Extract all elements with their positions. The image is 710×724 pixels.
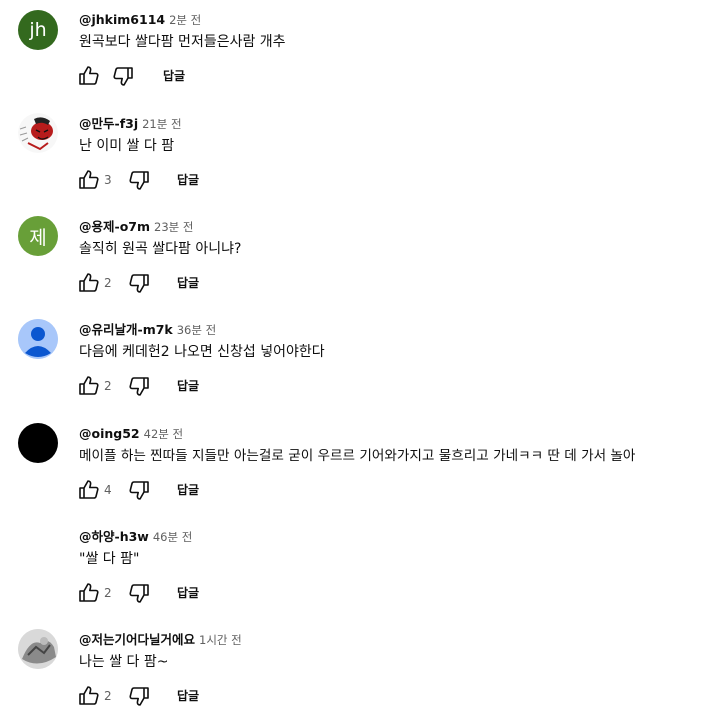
thumb-up-icon[interactable] [77, 478, 101, 502]
comment-time[interactable]: 42분 전 [144, 427, 183, 441]
comment-header: @하양-h3w 46분 전 [79, 526, 192, 546]
comment-header: @저는기어다닐거에요 1시간 전 [79, 629, 242, 649]
comment-text: 난 이미 쌀 다 팜 [79, 138, 175, 154]
comment-author[interactable]: @oing52 [79, 426, 140, 441]
avatar-letter: 제 [29, 226, 47, 249]
comment-time[interactable]: 1시간 전 [199, 633, 242, 647]
comment-time[interactable]: 2분 전 [169, 13, 201, 27]
avatar[interactable] [18, 319, 58, 359]
red-character-icon [18, 113, 58, 153]
comment-actions: 2 답글 [77, 581, 277, 605]
comment-item: @저는기어다닐거에요 1시간 전 나는 쌀 다 팜~ 2 답글 [0, 629, 710, 709]
like-count: 2 [104, 689, 112, 703]
comment-item: @oing52 42분 전 메이플 하는 찐따들 지들만 아는걸로 굳이 우르르 … [0, 423, 710, 503]
comment-header: @용제-o7m 23분 전 [79, 216, 193, 236]
comment-header: @oing52 42분 전 [79, 423, 183, 443]
comment-author[interactable]: @저는기어다닐거에요 [79, 632, 195, 647]
thumb-up-icon[interactable] [77, 271, 101, 295]
comment-author[interactable]: @만두-f3j [79, 116, 138, 131]
comment-author[interactable]: @jhkim6114 [79, 12, 165, 27]
like-count: 2 [104, 586, 112, 600]
avatar[interactable] [18, 629, 58, 669]
comment-header: @만두-f3j 21분 전 [79, 113, 182, 133]
avatar[interactable] [18, 423, 58, 463]
thumb-down-icon[interactable] [127, 374, 151, 398]
default-person-icon [18, 319, 58, 359]
thumb-up-icon[interactable] [77, 581, 101, 605]
gray-photo-icon [18, 629, 58, 669]
reply-button[interactable]: 답글 [163, 67, 185, 85]
reply-button[interactable]: 답글 [177, 481, 199, 499]
thumb-down-icon[interactable] [127, 168, 151, 192]
like-count: 2 [104, 276, 112, 290]
comment-time[interactable]: 36분 전 [177, 323, 216, 337]
like-count: 3 [104, 173, 112, 187]
comment-item: @유리날개-m7k 36분 전 다음에 케데헌2 나오면 신창섭 넣어야한다 2 … [0, 319, 710, 399]
comment-text: 나는 쌀 다 팜~ [79, 654, 169, 670]
comment-author[interactable]: @용제-o7m [79, 219, 150, 234]
comment-actions: 3 답글 [77, 168, 277, 192]
comment-actions: 2 답글 [77, 684, 277, 708]
comment-author[interactable]: @유리날개-m7k [79, 322, 173, 337]
comment-header: @jhkim6114 2분 전 [79, 9, 201, 29]
comment-time[interactable]: 21분 전 [142, 117, 181, 131]
avatar[interactable]: 제 [18, 216, 58, 256]
reply-button[interactable]: 답글 [177, 274, 199, 292]
comment-text: 메이플 하는 찐따들 지들만 아는걸로 굳이 우르르 기어와가지고 물흐리고 가… [79, 448, 636, 464]
comment-item: @만두-f3j 21분 전 난 이미 쌀 다 팜 3 답글 [0, 113, 710, 193]
comment-time[interactable]: 46분 전 [153, 530, 192, 544]
reply-button[interactable]: 답글 [177, 687, 199, 705]
comment-text: 솔직히 원곡 쌀다팜 아니냐? [79, 241, 242, 257]
comment-item: @하양-h3w 46분 전 "쌀 다 팜" 2 답글 [0, 526, 710, 606]
like-count: 4 [104, 483, 112, 497]
reply-button[interactable]: 답글 [177, 377, 199, 395]
like-count: 2 [104, 379, 112, 393]
comment-actions: 답글 [77, 64, 277, 88]
comment-text: 다음에 케데헌2 나오면 신창섭 넣어야한다 [79, 344, 325, 360]
avatar[interactable]: jh [18, 10, 58, 50]
thumb-down-icon[interactable] [127, 684, 151, 708]
thumb-down-icon[interactable] [111, 64, 135, 88]
comment-actions: 2 답글 [77, 271, 277, 295]
comment-actions: 4 답글 [77, 478, 277, 502]
reply-button[interactable]: 답글 [177, 171, 199, 189]
comment-item: jh @jhkim6114 2분 전 원곡보다 쌀다팜 먼저들은사람 개추 답글 [0, 9, 710, 89]
thumb-up-icon[interactable] [77, 168, 101, 192]
comment-item: 제 @용제-o7m 23분 전 솔직히 원곡 쌀다팜 아니냐? 2 답글 [0, 216, 710, 296]
comment-text: "쌀 다 팜" [79, 551, 140, 567]
thumb-down-icon[interactable] [127, 581, 151, 605]
comment-actions: 2 답글 [77, 374, 277, 398]
avatar[interactable] [18, 113, 58, 153]
thumb-up-icon[interactable] [77, 374, 101, 398]
avatar-letter: jh [29, 19, 47, 41]
thumb-down-icon[interactable] [127, 478, 151, 502]
comment-time[interactable]: 23분 전 [154, 220, 193, 234]
thumb-up-icon[interactable] [77, 684, 101, 708]
reply-button[interactable]: 답글 [177, 584, 199, 602]
comment-header: @유리날개-m7k 36분 전 [79, 319, 216, 339]
thumb-down-icon[interactable] [127, 271, 151, 295]
comment-text: 원곡보다 쌀다팜 먼저들은사람 개추 [79, 34, 286, 50]
comment-author[interactable]: @하양-h3w [79, 529, 149, 544]
thumb-up-icon[interactable] [77, 64, 101, 88]
